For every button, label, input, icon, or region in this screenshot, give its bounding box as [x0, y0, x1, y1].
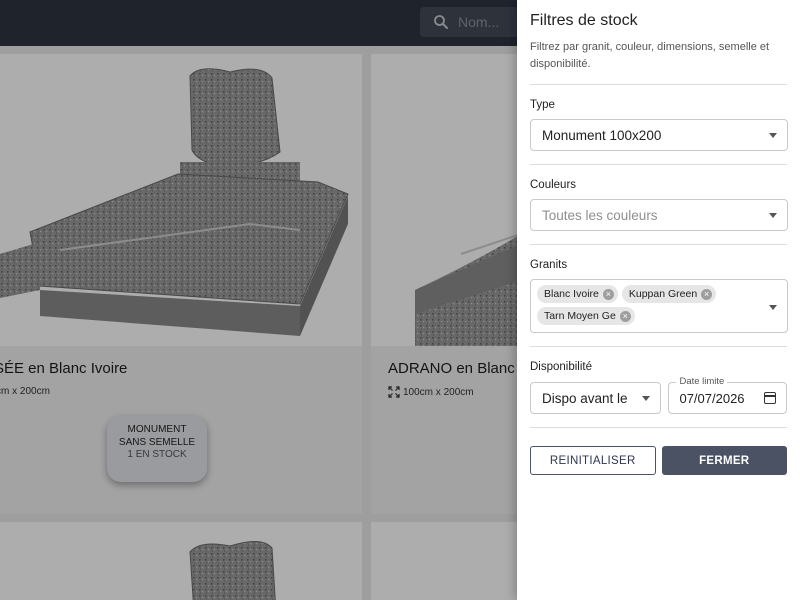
- remove-chip-icon[interactable]: ×: [602, 288, 614, 300]
- chevron-down-icon: [769, 213, 777, 218]
- calendar-icon[interactable]: [764, 392, 776, 404]
- chevron-down-icon: [769, 133, 777, 138]
- granit-chip[interactable]: Blanc Ivoire ×: [537, 285, 618, 303]
- granit-chip[interactable]: Tarn Moyen Ge ×: [537, 307, 635, 325]
- chevron-down-icon: [642, 396, 651, 401]
- reset-button[interactable]: REINITIALISER: [530, 446, 656, 475]
- granit-chip[interactable]: Kuppan Green ×: [621, 285, 717, 303]
- date-limit-value: 07/07/2026: [679, 390, 745, 406]
- chevron-down-icon: [769, 305, 777, 310]
- type-value: Monument 100x200: [542, 127, 662, 143]
- availability-select[interactable]: Dispo avant le: [530, 382, 662, 414]
- divider: [530, 84, 787, 85]
- date-limit-input[interactable]: Date limite 07/07/2026: [668, 376, 787, 414]
- drawer-description: Filtrez par granit, couleur, dimensions,…: [530, 41, 770, 70]
- divider: [530, 346, 787, 347]
- date-limit-label: Date limite: [676, 376, 728, 387]
- granits-label: Granits: [530, 259, 568, 271]
- drawer-actions: REINITIALISER FERMER: [530, 446, 787, 475]
- remove-chip-icon[interactable]: ×: [619, 310, 631, 322]
- type-select[interactable]: Monument 100x200: [530, 119, 788, 151]
- availability-value: Dispo avant le: [542, 390, 628, 406]
- remove-chip-icon[interactable]: ×: [701, 288, 713, 300]
- colors-placeholder: Toutes les couleurs: [542, 207, 658, 223]
- divider: [530, 164, 787, 165]
- availability-row: Dispo avant le Date limite 07/07/2026: [530, 376, 787, 414]
- availability-label: Disponibilité: [530, 361, 593, 373]
- divider: [530, 427, 787, 428]
- filter-drawer: Filtres de stock Filtrez par granit, cou…: [517, 0, 800, 600]
- drawer-title: Filtres de stock: [530, 12, 638, 29]
- divider: [530, 244, 787, 245]
- type-label: Type: [530, 99, 555, 111]
- granits-multiselect[interactable]: Blanc Ivoire × Kuppan Green × Tarn Moyen…: [530, 279, 788, 333]
- colors-select[interactable]: Toutes les couleurs: [530, 199, 788, 231]
- colors-label: Couleurs: [530, 179, 577, 191]
- close-button[interactable]: FERMER: [661, 446, 787, 475]
